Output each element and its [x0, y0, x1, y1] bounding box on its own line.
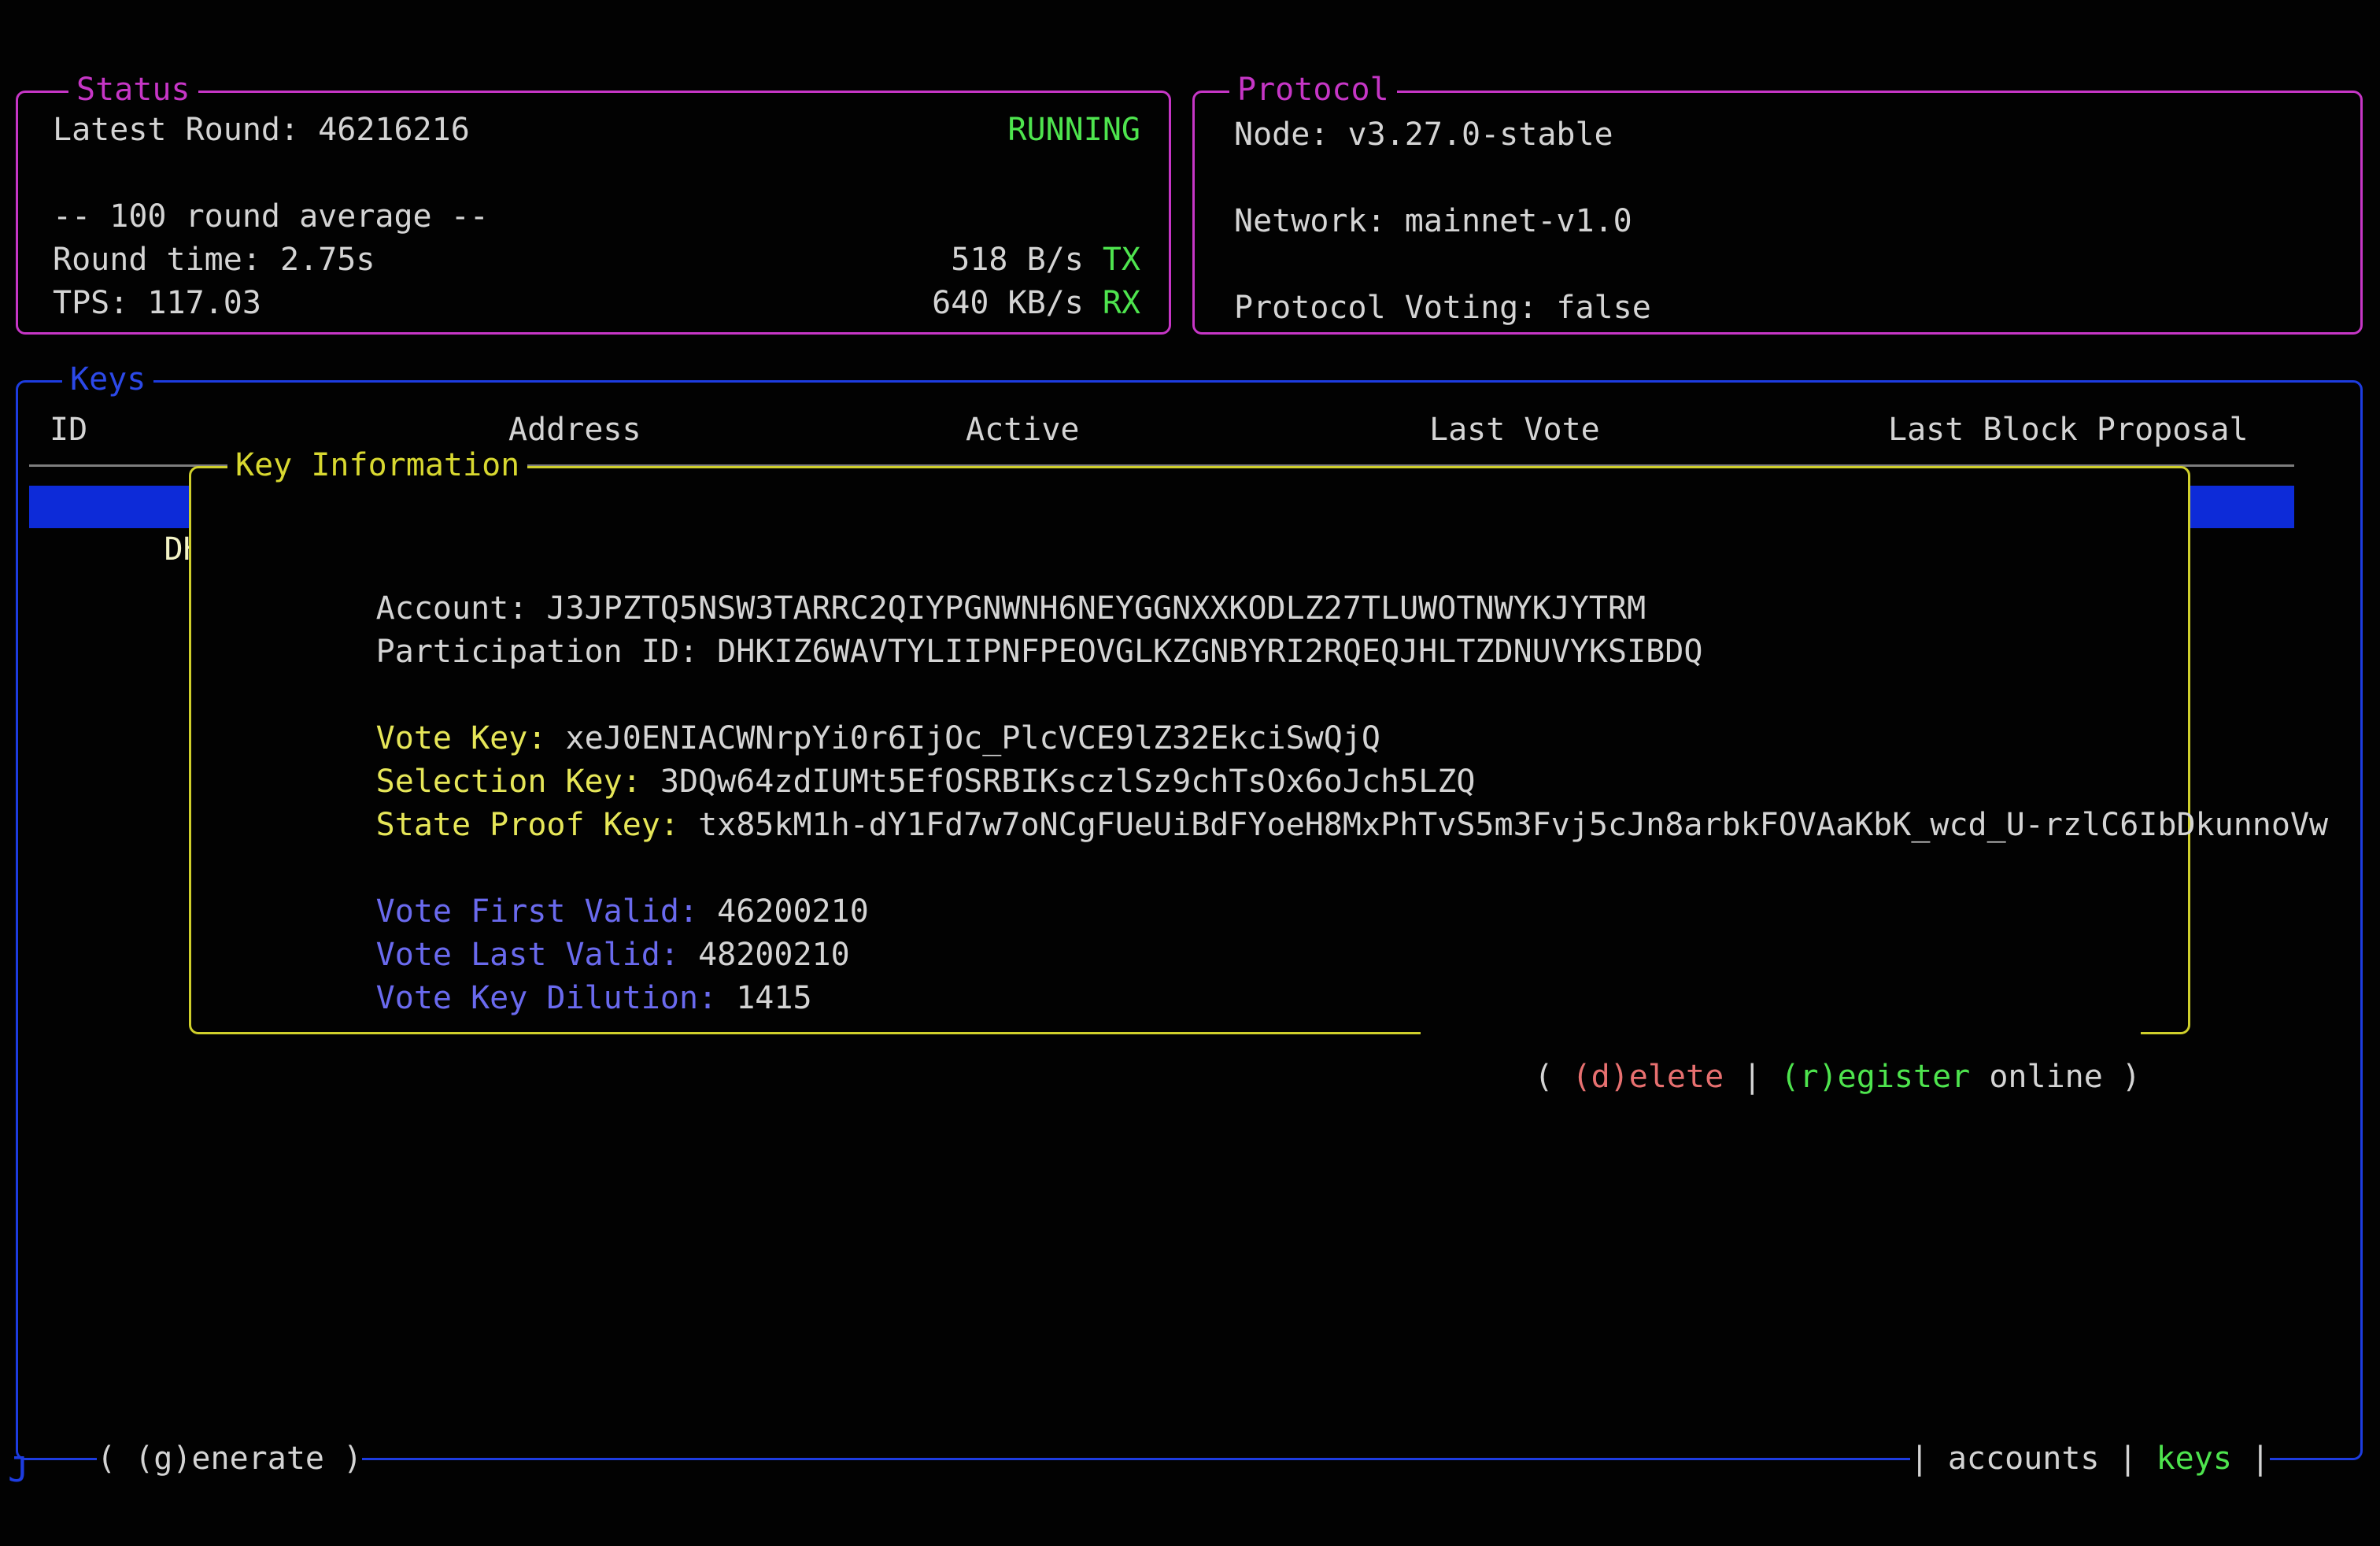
tab-bar: | accounts | keys |	[1910, 1437, 2270, 1481]
actions-divider: |	[1724, 1059, 1780, 1095]
vote-key-value: xeJ0ENIACWNrpYi0r6IjOc_PlcVCE9lZ32EkciSw…	[565, 720, 1380, 756]
node-state-badge: RUNNING	[1007, 109, 1140, 152]
latest-round-row: Latest Round: 46216216 RUNNING	[53, 109, 1140, 152]
tx-rate-group: 518 B/s TX	[951, 239, 1140, 282]
selection-key-label: Selection Key:	[376, 764, 660, 800]
column-header-active: Active	[966, 409, 1080, 452]
modal-actions: ( (d)elete | (r)egister online )	[1421, 1011, 2141, 1055]
column-header-address: Address	[508, 409, 641, 452]
tab-separator: |	[2118, 1437, 2137, 1481]
tab-accounts[interactable]: accounts	[1948, 1437, 2100, 1481]
vote-key-label: Vote Key:	[376, 720, 566, 756]
vote-last-valid-value: 48200210	[698, 937, 850, 973]
tps-row: TPS: 117.03 640 KB/s RX	[53, 282, 1140, 325]
delete-button[interactable]: (d)elete	[1572, 1059, 1724, 1095]
terminal-screen: Status Latest Round: 46216216 RUNNING --…	[0, 0, 2380, 1546]
vote-last-valid-label: Vote Last Valid:	[376, 937, 698, 973]
status-body: Latest Round: 46216216 RUNNING -- 100 ro…	[18, 93, 1169, 325]
generate-button[interactable]: ( (g)enerate )	[97, 1437, 362, 1481]
protocol-panel: Protocol Node: v3.27.0-stable Network: m…	[1192, 91, 2363, 335]
tab-separator: |	[1910, 1437, 1929, 1481]
protocol-voting-text: Protocol Voting: false	[1234, 287, 1651, 330]
account-label: Account:	[376, 590, 547, 627]
rx-rate-group: 640 KB/s RX	[932, 282, 1140, 325]
tx-label: TX	[1103, 239, 1140, 282]
column-header-last-vote: Last Vote	[1429, 409, 1600, 452]
average-header-text: -- 100 round average --	[53, 195, 489, 239]
rx-rate-value: 640 KB/s	[932, 282, 1084, 325]
participation-id-label: Participation ID:	[376, 634, 717, 670]
node-version-row: Node: v3.27.0-stable	[1234, 113, 2332, 157]
stray-glyph: J	[8, 1453, 29, 1488]
protocol-body: Node: v3.27.0-stable Network: mainnet-v1…	[1195, 93, 2360, 330]
spacer-row	[1234, 243, 2332, 287]
vote-first-valid-label: Vote First Valid:	[376, 893, 717, 930]
participation-id-value: DHKIZ6WAVTYLIIPNFPEOVGLKZGNBYRI2RQEQJHLT…	[717, 634, 1702, 670]
vote-first-valid-row: Vote First Valid: 46200210	[224, 847, 2164, 890]
column-header-last-block-proposal: Last Block Proposal	[1888, 409, 2249, 452]
spacer-row	[53, 152, 1140, 195]
status-panel: Status Latest Round: 46216216 RUNNING --…	[16, 91, 1171, 335]
vote-key-dilution-value: 1415	[736, 980, 811, 1016]
register-button[interactable]: (r)egister	[1780, 1059, 1970, 1095]
key-information-modal: Key Information Account: J3JPZTQ5NSW3TAR…	[189, 466, 2190, 1034]
status-panel-title: Status	[68, 68, 198, 112]
tab-separator: |	[2251, 1437, 2270, 1481]
round-time-row: Round time: 2.75s 518 B/s TX	[53, 239, 1140, 282]
tab-keys[interactable]: keys	[2156, 1437, 2232, 1481]
key-information-title: Key Information	[227, 443, 527, 487]
state-proof-key-label: State Proof Key:	[376, 807, 698, 843]
network-text: Network: mainnet-v1.0	[1234, 200, 1632, 243]
keys-panel-title: Keys	[62, 357, 153, 401]
network-row: Network: mainnet-v1.0	[1234, 200, 2332, 243]
tx-rate-value: 518 B/s	[951, 239, 1084, 282]
actions-close-paren: )	[2103, 1059, 2141, 1095]
protocol-voting-row: Protocol Voting: false	[1234, 287, 2332, 330]
node-version-text: Node: v3.27.0-stable	[1234, 113, 1613, 157]
vote-key-row: Vote Key: xeJ0ENIACWNrpYi0r6IjOc_PlcVCE9…	[224, 674, 2164, 717]
vote-first-valid-value: 46200210	[717, 893, 869, 930]
round-time-text: Round time: 2.75s	[53, 239, 375, 282]
key-information-body: Account: J3JPZTQ5NSW3TARRC2QIYPGNWNH6NEY…	[191, 468, 2188, 977]
latest-round-text: Latest Round: 46216216	[53, 109, 470, 152]
average-header-row: -- 100 round average --	[53, 195, 1140, 239]
column-header-id: ID	[50, 409, 87, 452]
selection-key-value: 3DQw64zdIUMt5EfOSRBIKsczlSz9chTsOx6oJch5…	[660, 764, 1476, 800]
vote-key-dilution-label: Vote Key Dilution:	[376, 980, 737, 1016]
spacer-row	[1234, 157, 2332, 200]
account-row: Account: J3JPZTQ5NSW3TARRC2QIYPGNWNH6NEY…	[224, 544, 2164, 587]
state-proof-key-value: tx85kM1h-dY1Fd7w7oNCgFUeUiBdFYoeH8MxPhTv…	[698, 807, 2328, 843]
rx-label: RX	[1103, 282, 1140, 325]
protocol-panel-title: Protocol	[1229, 68, 1397, 112]
actions-open-paren: (	[1534, 1059, 1572, 1095]
account-value: J3JPZTQ5NSW3TARRC2QIYPGNWNH6NEYGGNXXKODL…	[546, 590, 1646, 627]
tps-text: TPS: 117.03	[53, 282, 261, 325]
register-online-text: online	[1970, 1059, 2103, 1095]
